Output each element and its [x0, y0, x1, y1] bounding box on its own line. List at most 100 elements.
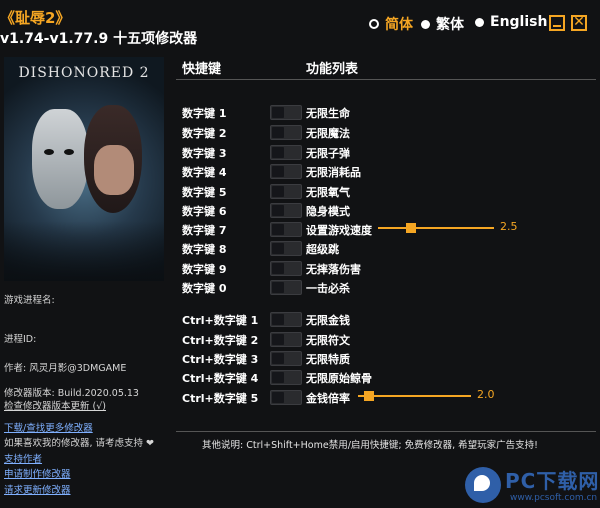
hotkey-label: 数字键 7 [182, 224, 227, 237]
hotkey-label: Ctrl+数字键 1 [182, 314, 259, 327]
feature-label: 隐身模式 [306, 205, 350, 218]
feature-toggle[interactable] [270, 351, 302, 366]
feature-label: 无限金钱 [306, 314, 350, 327]
build-label: 修改器版本: Build.2020.05.13 [4, 388, 139, 399]
download-more-link[interactable]: 下载/查找更多修改器 [4, 420, 93, 434]
header-divider [176, 79, 596, 80]
speed-slider-value: 2.5 [500, 220, 518, 233]
check-update-link[interactable]: 检查修改器版本更新 (√) [4, 398, 106, 412]
toggle-knob [272, 263, 284, 274]
speed-slider-track[interactable] [378, 227, 494, 229]
minimize-icon[interactable] [549, 15, 565, 31]
toggle-knob [272, 166, 284, 177]
hotkey-label: 数字键 2 [182, 127, 227, 140]
feature-toggle[interactable] [270, 312, 302, 327]
author-label: 作者: 风灵月影@3DMGAME [4, 363, 127, 374]
cover-title: DISHONORED 2 [18, 65, 150, 81]
feature-label: 无限特质 [306, 353, 350, 366]
hotkey-row: 数字键 6 隐身模式 [182, 202, 592, 220]
version-line: v1.74-v1.77.9 十五项修改器 [0, 31, 198, 47]
hotkey-row: Ctrl+数字键 5 金钱倍率 [182, 389, 592, 407]
hotkey-row: 数字键 7 设置游戏速度 [182, 221, 592, 239]
feature-label: 金钱倍率 [306, 392, 350, 405]
feature-label: 无限魔法 [306, 127, 350, 140]
feature-label: 一击必杀 [306, 282, 350, 295]
hotkey-label: 数字键 9 [182, 263, 227, 276]
hotkey-row: 数字键 8 超级跳 [182, 240, 592, 258]
toggle-knob [272, 205, 284, 216]
radio-dot-icon [475, 17, 484, 27]
game-title: 《耻辱2》 [0, 9, 71, 27]
feature-label: 无摔落伤害 [306, 263, 361, 276]
toggle-knob [272, 334, 284, 345]
hotkey-label: 数字键 6 [182, 205, 227, 218]
toggle-knob [272, 107, 284, 118]
hotkey-row: 数字键 0 一击必杀 [182, 279, 592, 297]
hotkey-row: 数字键 3 无限子弹 [182, 144, 592, 162]
money-slider-knob[interactable] [364, 391, 374, 401]
toggle-knob [272, 224, 284, 235]
feature-label: 无限生命 [306, 107, 350, 120]
toggle-knob [272, 127, 284, 138]
toggle-knob [272, 314, 284, 325]
toggle-knob [272, 392, 284, 403]
toggle-knob [272, 353, 284, 364]
hotkey-row: 数字键 1 无限生命 [182, 104, 592, 122]
lang-label: 繁体 [436, 17, 464, 33]
hotkey-row: Ctrl+数字键 2 无限符文 [182, 331, 592, 349]
hotkey-row: Ctrl+数字键 4 无限原始鲸骨 [182, 369, 592, 387]
feature-toggle[interactable] [270, 241, 302, 256]
speed-slider-knob[interactable] [406, 223, 416, 233]
hotkey-label: 数字键 1 [182, 107, 227, 120]
feature-toggle[interactable] [270, 261, 302, 276]
hotkey-row: 数字键 4 无限消耗品 [182, 163, 592, 181]
toggle-knob [272, 372, 284, 383]
lang-label: 简体 [385, 17, 413, 33]
hotkey-label: 数字键 5 [182, 186, 227, 199]
hotkey-label: Ctrl+数字键 5 [182, 392, 259, 405]
lang-traditional[interactable]: 繁体 [421, 14, 464, 34]
hotkey-label: 数字键 4 [182, 166, 227, 179]
feature-toggle[interactable] [270, 370, 302, 385]
hotkey-label: 数字键 0 [182, 282, 227, 295]
process-name-label: 游戏进程名: [4, 295, 55, 306]
toggle-knob [272, 282, 284, 293]
request-trainer-link[interactable]: 申请制作修改器 [4, 466, 71, 480]
close-icon[interactable]: ✕ [571, 15, 587, 31]
lang-simplified[interactable]: 简体 [369, 14, 413, 34]
feature-toggle[interactable] [270, 145, 302, 160]
lang-english[interactable]: English [475, 14, 547, 30]
money-slider-track[interactable] [358, 395, 471, 397]
lang-label: English [490, 14, 548, 30]
hotkey-label: Ctrl+数字键 3 [182, 353, 259, 366]
request-update-link[interactable]: 请求更新修改器 [4, 482, 71, 496]
watermark-brand: PC下载网 [505, 469, 600, 493]
feature-toggle[interactable] [270, 222, 302, 237]
hotkey-column-header: 快捷键 [182, 62, 222, 77]
watermark-logo-icon [465, 467, 501, 503]
process-id-label: 进程ID: [4, 334, 37, 345]
feature-toggle[interactable] [270, 105, 302, 120]
hotkey-row: 数字键 5 无限氧气 [182, 183, 592, 201]
feature-toggle[interactable] [270, 203, 302, 218]
feature-label: 设置游戏速度 [306, 224, 372, 237]
hotkey-label: Ctrl+数字键 2 [182, 334, 259, 347]
hotkey-row: 数字键 9 无摔落伤害 [182, 260, 592, 278]
feature-toggle[interactable] [270, 390, 302, 405]
footer-note: 其他说明: Ctrl+Shift+Home禁用/启用快捷键; 免费修改器, 希望… [202, 440, 538, 451]
support-author-link[interactable]: 支持作者 [4, 451, 42, 465]
feature-toggle[interactable] [270, 332, 302, 347]
toggle-knob [272, 186, 284, 197]
feature-toggle[interactable] [270, 280, 302, 295]
feature-toggle[interactable] [270, 164, 302, 179]
toggle-knob [272, 147, 284, 158]
support-text: 如果喜欢我的修改器, 请考虑支持 ❤ [4, 438, 155, 449]
feature-toggle[interactable] [270, 184, 302, 199]
hotkey-label: 数字键 8 [182, 243, 227, 256]
hotkey-row: 数字键 2 无限魔法 [182, 124, 592, 142]
feature-toggle[interactable] [270, 125, 302, 140]
hotkey-label: Ctrl+数字键 4 [182, 372, 259, 385]
feature-label: 无限符文 [306, 334, 350, 347]
radio-selected-icon [369, 19, 379, 29]
feature-label: 超级跳 [306, 243, 339, 256]
